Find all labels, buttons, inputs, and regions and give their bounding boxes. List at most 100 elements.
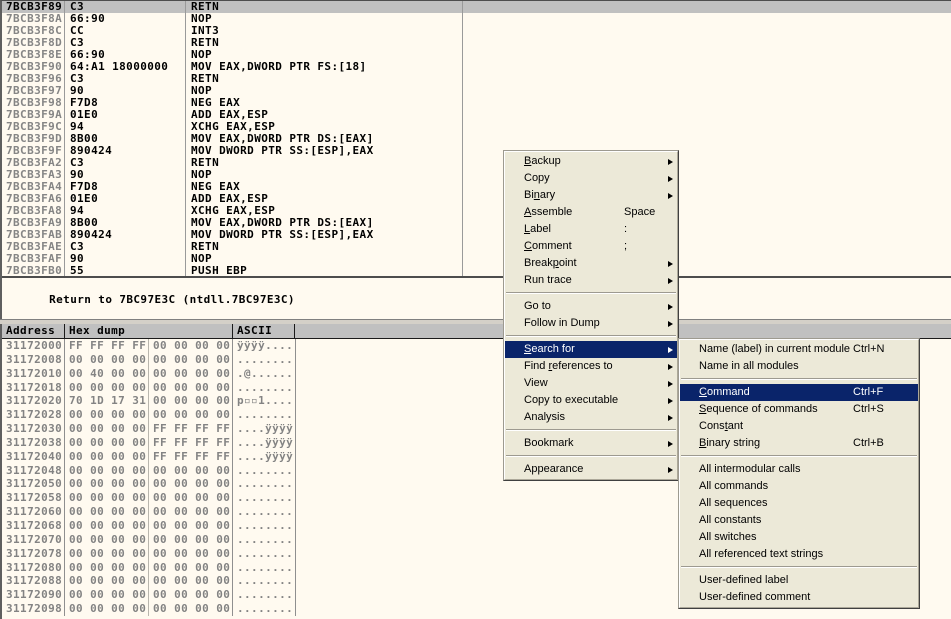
disasm-row[interactable]: 7BCB3F96 C3 RETN <box>2 73 951 85</box>
disasm-row[interactable]: 7BCB3F9A 01E0 ADD EAX,ESP <box>2 109 951 121</box>
menu-item[interactable]: Follow in Dump <box>505 315 677 332</box>
dump-address: 31172088 <box>2 574 65 588</box>
submenu-item[interactable]: User-defined comment <box>680 589 918 606</box>
menu-item[interactable]: Assemble Space <box>505 204 677 221</box>
dump-ascii: ....ÿÿÿÿ <box>233 436 296 450</box>
menu-item-label: Binary <box>524 187 624 204</box>
disasm-row[interactable]: 7BCB3F8A 66:90 NOP <box>2 13 951 25</box>
menu-item[interactable]: Search for <box>505 341 677 358</box>
disasm-row[interactable]: 7BCB3FA6 01E0 ADD EAX,ESP <box>2 193 951 205</box>
submenu-item[interactable]: All intermodular calls <box>680 461 918 478</box>
menu-item[interactable]: Copy to executable <box>505 392 677 409</box>
disasm-instruction: MOV DWORD PTR SS:[ESP],EAX <box>186 145 463 157</box>
dump-hex-group1: 00 00 00 00 <box>65 561 149 575</box>
disasm-row[interactable]: 7BCB3FB0 55 PUSH EBP <box>2 265 951 277</box>
menu-item[interactable]: Find references to <box>505 358 677 375</box>
disasm-row[interactable]: 7BCB3F90 64:A1 18000000 MOV EAX,DWORD PT… <box>2 61 951 73</box>
disasm-row[interactable]: 7BCB3F9D 8B00 MOV EAX,DWORD PTR DS:[EAX] <box>2 133 951 145</box>
dump-ascii: ........ <box>233 381 296 395</box>
disasm-bytes: 90 <box>65 169 186 181</box>
submenu-item[interactable]: All sequences <box>680 495 918 512</box>
menu-item[interactable]: Comment ; <box>505 238 677 255</box>
disasm-row[interactable]: 7BCB3FAB 890424 MOV DWORD PTR SS:[ESP],E… <box>2 229 951 241</box>
menu-item[interactable]: Backup <box>505 153 677 170</box>
menu-item[interactable]: Analysis <box>505 409 677 426</box>
disasm-row[interactable]: 7BCB3FAF 90 NOP <box>2 253 951 265</box>
disasm-comment <box>463 61 951 73</box>
dump-hex-group2: 00 00 00 00 <box>149 505 233 519</box>
dump-address: 31172030 <box>2 422 65 436</box>
disasm-row[interactable]: 7BCB3FA8 94 XCHG EAX,ESP <box>2 205 951 217</box>
disasm-bytes: 94 <box>65 205 186 217</box>
disasm-row[interactable]: 7BCB3F9F 890424 MOV DWORD PTR SS:[ESP],E… <box>2 145 951 157</box>
submenu-arrow-icon <box>668 381 673 387</box>
submenu-item[interactable]: Name (label) in current module Ctrl+N <box>680 341 918 358</box>
disasm-row[interactable]: 7BCB3FAE C3 RETN <box>2 241 951 253</box>
dump-address: 31172000 <box>2 339 65 353</box>
menu-item[interactable]: View <box>505 375 677 392</box>
disasm-row[interactable]: 7BCB3F97 90 NOP <box>2 85 951 97</box>
dump-address: 31172098 <box>2 602 65 616</box>
dump-hex-group1: 00 00 00 00 <box>65 602 149 616</box>
menu-item-label: Copy to executable <box>524 392 624 409</box>
menu-item[interactable]: Copy <box>505 170 677 187</box>
menu-item[interactable]: Go to <box>505 298 677 315</box>
disasm-instruction: ADD EAX,ESP <box>186 109 463 121</box>
disasm-instruction: INT3 <box>186 25 463 37</box>
menu-separator <box>681 378 917 380</box>
disasm-row[interactable]: 7BCB3F98 F7D8 NEG EAX <box>2 97 951 109</box>
submenu-item[interactable]: Name in all modules <box>680 358 918 375</box>
search-for-submenu: Name (label) in current module Ctrl+N Na… <box>678 338 920 609</box>
submenu-item[interactable]: Sequence of commands Ctrl+S <box>680 401 918 418</box>
disasm-instruction: PUSH EBP <box>186 265 463 277</box>
disasm-bytes: F7D8 <box>65 97 186 109</box>
submenu-item-shortcut: Ctrl+B <box>853 435 912 452</box>
submenu-item[interactable]: User-defined label <box>680 572 918 589</box>
disasm-address: 7BCB3F9F <box>2 145 65 157</box>
disasm-row[interactable]: 7BCB3F8E 66:90 NOP <box>2 49 951 61</box>
disasm-row[interactable]: 7BCB3F8D C3 RETN <box>2 37 951 49</box>
menu-item[interactable]: Label : <box>505 221 677 238</box>
disasm-row[interactable]: 7BCB3F8C CC INT3 <box>2 25 951 37</box>
submenu-item[interactable]: Binary string Ctrl+B <box>680 435 918 452</box>
disasm-row[interactable]: 7BCB3F9C 94 XCHG EAX,ESP <box>2 121 951 133</box>
submenu-item-label: User-defined label <box>699 572 853 589</box>
submenu-item[interactable]: Constant <box>680 418 918 435</box>
dump-ascii: ........ <box>233 477 296 491</box>
submenu-item[interactable]: All constants <box>680 512 918 529</box>
submenu-item[interactable]: All switches <box>680 529 918 546</box>
menu-item-label: Go to <box>524 298 624 315</box>
menu-item[interactable]: Breakpoint <box>505 255 677 272</box>
disasm-instruction: RETN <box>186 1 463 13</box>
disasm-address: 7BCB3FA9 <box>2 217 65 229</box>
submenu-item[interactable]: All commands <box>680 478 918 495</box>
dump-address: 31172070 <box>2 533 65 547</box>
menu-item[interactable]: Bookmark <box>505 435 677 452</box>
submenu-item[interactable]: All referenced text strings <box>680 546 918 563</box>
submenu-arrow-icon <box>668 321 673 327</box>
menu-item[interactable]: Appearance <box>505 461 677 478</box>
dump-ascii: ........ <box>233 408 296 422</box>
disasm-instruction: MOV DWORD PTR SS:[ESP],EAX <box>186 229 463 241</box>
menu-item[interactable]: Binary <box>505 187 677 204</box>
disasm-row[interactable]: 7BCB3FA9 8B00 MOV EAX,DWORD PTR DS:[EAX] <box>2 217 951 229</box>
menu-item[interactable]: Run trace <box>505 272 677 289</box>
disasm-row[interactable]: 7BCB3FA2 C3 RETN <box>2 157 951 169</box>
dump-hex-group2: 00 00 00 00 <box>149 547 233 561</box>
disasm-instruction: NOP <box>186 13 463 25</box>
disasm-row[interactable]: 7BCB3FA3 90 NOP <box>2 169 951 181</box>
submenu-item-label: All constants <box>699 512 853 529</box>
dump-hex-group2: 00 00 00 00 <box>149 408 233 422</box>
submenu-item[interactable]: Command Ctrl+F <box>680 384 918 401</box>
dump-hex-group2: 00 00 00 00 <box>149 339 233 353</box>
disasm-row[interactable]: 7BCB3F89 C3 RETN <box>2 1 951 13</box>
disasm-comment <box>463 37 951 49</box>
disasm-bytes: 01E0 <box>65 193 186 205</box>
disasm-row[interactable]: 7BCB3FA4 F7D8 NEG EAX <box>2 181 951 193</box>
submenu-arrow-icon <box>668 304 673 310</box>
dump-hex-group1: 00 00 00 00 <box>65 353 149 367</box>
disasm-bytes: 55 <box>65 265 186 277</box>
dump-hex-group1: 00 00 00 00 <box>65 477 149 491</box>
menu-item-label: Follow in Dump <box>524 315 624 332</box>
disasm-instruction: NOP <box>186 85 463 97</box>
